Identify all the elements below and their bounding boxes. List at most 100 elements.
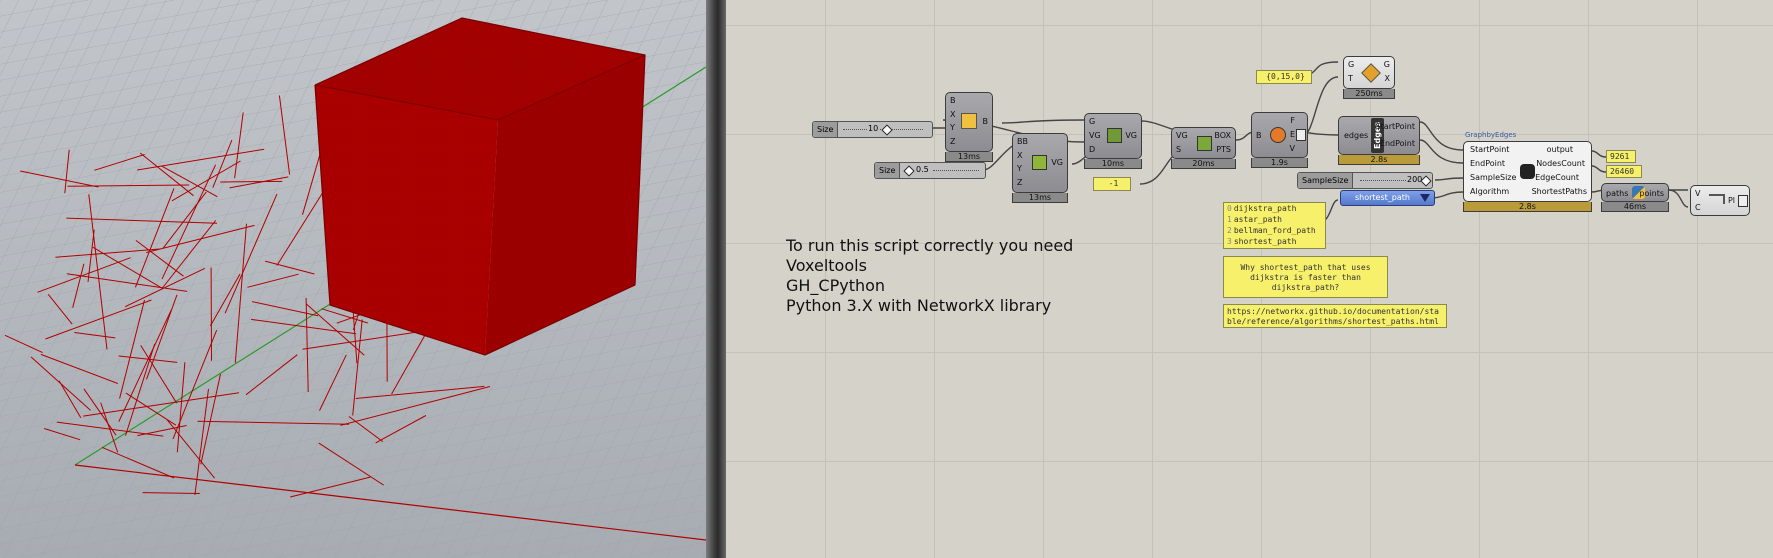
expand-icon[interactable] [1296, 129, 1306, 141]
paths-to-points-component[interactable]: paths points [1601, 183, 1669, 202]
output-pts[interactable]: PTS [1216, 145, 1231, 154]
input-algorithm[interactable]: Algorithm [1470, 187, 1509, 196]
edges-component[interactable]: edges Edges StartPoint EndPoint [1338, 116, 1420, 155]
input-endpoint[interactable]: EndPoint [1470, 159, 1505, 168]
python-component-title: GraphbyEdges [1465, 131, 1517, 139]
panel-text: -1 [1108, 179, 1119, 188]
output-b[interactable]: B [983, 117, 989, 126]
input-s[interactable]: S [1176, 145, 1181, 154]
slider-label: Size [813, 122, 839, 137]
input-paths[interactable]: paths [1606, 189, 1628, 198]
input-x[interactable]: X [1017, 151, 1022, 160]
output-f[interactable]: F [1290, 116, 1295, 125]
python-icon [1520, 164, 1535, 179]
slider-track [933, 170, 979, 171]
url-panel[interactable]: https://networkx.github.io/documentation… [1223, 304, 1447, 328]
polyline-icon [1709, 194, 1725, 204]
note-line: To run this script correctly you need [786, 236, 1074, 255]
output-startpoint[interactable]: StartPoint [1376, 122, 1415, 131]
slider-knob[interactable] [881, 124, 893, 136]
input-bb[interactable]: BB [1017, 137, 1028, 146]
voxel-operation-component[interactable]: G VG D VG [1084, 113, 1142, 159]
panel-text: 26460 [1610, 167, 1635, 176]
box-icon [1197, 136, 1212, 151]
slider-knob[interactable] [903, 165, 915, 177]
output-points[interactable]: points [1639, 189, 1664, 198]
output-vg[interactable]: VG [1125, 131, 1137, 140]
samplesize-slider[interactable]: SampleSize 200 [1297, 172, 1433, 189]
panel-text: https://networkx.github.io/documentation… [1227, 307, 1439, 326]
input-g[interactable]: G [1089, 117, 1095, 126]
panel-text: Why shortest_path that uses dijkstra is … [1240, 263, 1371, 292]
voxelgrid-timer: 13ms [1012, 193, 1068, 203]
output-endpoint[interactable]: EndPoint [1380, 139, 1415, 148]
output-output[interactable]: output [1547, 145, 1573, 154]
input-startpoint[interactable]: StartPoint [1470, 145, 1509, 154]
size-slider-1[interactable]: Size 10 [812, 121, 933, 138]
edge-count-panel[interactable]: 26460 [1606, 165, 1642, 178]
input-b[interactable]: B [1256, 131, 1262, 140]
paths-timer: 46ms [1601, 202, 1669, 212]
input-edges[interactable]: edges [1344, 131, 1368, 140]
deconstruct-brep-timer: 1.9s [1251, 158, 1308, 168]
input-t[interactable]: T [1348, 74, 1353, 83]
input-vg[interactable]: VG [1089, 131, 1101, 140]
input-y[interactable]: Y [950, 123, 955, 132]
output-nodescount[interactable]: NodesCount [1536, 159, 1585, 168]
output-x[interactable]: X [1385, 74, 1390, 83]
input-y[interactable]: Y [1017, 164, 1022, 173]
output-g[interactable]: G [1384, 60, 1390, 69]
input-b[interactable]: B [950, 96, 956, 105]
input-x[interactable]: X [950, 110, 955, 119]
voxelgrid-component[interactable]: BB X Y Z VG [1012, 133, 1068, 193]
input-c[interactable]: C [1695, 203, 1701, 212]
output-pl[interactable]: Pl [1728, 196, 1735, 205]
note-line: Voxeltools [786, 256, 867, 275]
output-box[interactable]: BOX [1214, 131, 1231, 140]
input-vg[interactable]: VG [1176, 131, 1188, 140]
output-v[interactable]: V [1290, 144, 1295, 153]
algorithms-panel[interactable]: 0 dijkstra_path 1 astar_path 2 bellman_ford… [1223, 202, 1326, 249]
move-timer: 250ms [1343, 89, 1395, 99]
move-component[interactable]: G T G X [1343, 56, 1395, 89]
slider-label: SampleSize [1298, 173, 1354, 188]
box-component[interactable]: B X Y Z B [945, 92, 993, 152]
dropdown-arrow-icon[interactable] [1420, 194, 1430, 202]
output-edgecount[interactable]: EdgeCount [1535, 173, 1579, 182]
input-d[interactable]: D [1089, 145, 1095, 154]
slider-value: 10 [867, 124, 880, 133]
deconstruct-brep-component[interactable]: B F E V [1251, 112, 1308, 158]
graph-by-edges-component[interactable]: StartPoint EndPoint SampleSize Algorithm… [1463, 141, 1592, 202]
note-line: Python 3.X with NetworkX library [786, 296, 1052, 315]
minus-one-panel[interactable]: -1 [1093, 177, 1131, 191]
nodes-count-panel[interactable]: 9261 [1606, 150, 1636, 163]
input-g[interactable]: G [1348, 60, 1354, 69]
input-z[interactable]: Z [950, 137, 955, 146]
voxel-to-box-component[interactable]: VG S BOX PTS [1171, 127, 1236, 159]
question-panel[interactable]: Why shortest_path that uses dijkstra is … [1223, 256, 1388, 298]
input-samplesize[interactable]: SampleSize [1470, 173, 1516, 182]
output-e[interactable]: E [1290, 130, 1295, 139]
algorithm-value-list[interactable]: shortest_path [1340, 190, 1435, 206]
output-vg[interactable]: VG [1051, 158, 1063, 167]
panel-text: {0,15,0} [1266, 72, 1305, 81]
value-list-selected: shortest_path [1355, 193, 1410, 202]
note-line: GH_CPython [786, 276, 886, 295]
input-z[interactable]: Z [1017, 178, 1022, 187]
requirements-note: To run this script correctly you need Vo… [786, 236, 1073, 316]
expand-icon[interactable] [1738, 195, 1748, 207]
panel-splitter[interactable] [706, 0, 726, 558]
rhino-viewport[interactable] [0, 0, 706, 558]
algorithm-row: 1 astar_path [1227, 215, 1282, 224]
output-shortestpaths[interactable]: ShortestPaths [1532, 187, 1587, 196]
algorithm-row: 3 shortest_path [1227, 237, 1297, 246]
voxel-cube-icon [1032, 155, 1047, 170]
input-v[interactable]: V [1695, 189, 1700, 198]
box-plane-icon [961, 113, 977, 129]
algorithm-row: 0 dijkstra_path [1227, 204, 1297, 213]
vector-panel[interactable]: {0,15,0} [1256, 70, 1312, 84]
graph-by-edges-timer: 2.8s [1463, 202, 1592, 212]
size-slider-2[interactable]: Size 0.5 [874, 162, 986, 179]
slider-value: 0.5 [915, 165, 930, 174]
polyline-component[interactable]: V C Pl [1690, 185, 1750, 216]
